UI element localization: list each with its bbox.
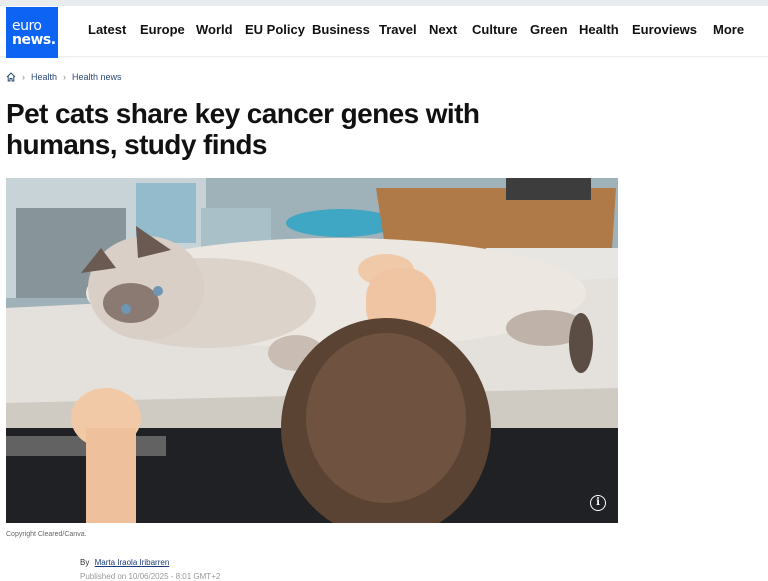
nav-item-latest[interactable]: Latest: [88, 22, 126, 37]
article-hero-image: i: [6, 178, 618, 523]
chevron-right-icon: ›: [22, 72, 25, 82]
byline: By Marta Iraola Iribarren: [80, 558, 169, 567]
image-caption: Copyright Cleared/Canva.: [6, 531, 87, 538]
nav-item-europe[interactable]: Europe: [140, 22, 185, 37]
article-title: Pet cats share key cancer genes with hum…: [6, 98, 480, 160]
breadcrumb-health-news[interactable]: Health news: [72, 72, 122, 82]
nav-item-next[interactable]: Next: [429, 22, 457, 37]
publish-date: Published on 10/06/2025 - 8:01 GMT+2: [80, 572, 221, 581]
breadcrumb-health[interactable]: Health: [31, 72, 57, 82]
author-link[interactable]: Marta Iraola Iribarren: [95, 558, 170, 567]
byline-prefix: By: [80, 558, 90, 567]
nav-item-world[interactable]: World: [196, 22, 233, 37]
logo-line-2: news.: [12, 31, 56, 48]
nav-item-green[interactable]: Green: [530, 22, 568, 37]
nav-item-euroviews[interactable]: Euroviews: [632, 22, 697, 37]
nav-item-business[interactable]: Business: [312, 22, 370, 37]
nav-item-eu-policy[interactable]: EU Policy: [245, 22, 305, 37]
logo-line-1: euro: [12, 17, 42, 34]
info-icon[interactable]: i: [590, 495, 606, 511]
site-header: euro news. Latest Europe World EU Policy…: [0, 6, 768, 58]
nav-item-travel[interactable]: Travel: [379, 22, 417, 37]
breadcrumb: › Health › Health news: [6, 72, 122, 82]
nav-item-health[interactable]: Health: [579, 22, 619, 37]
nav-item-culture[interactable]: Culture: [472, 22, 518, 37]
home-icon[interactable]: [6, 72, 16, 82]
euronews-logo[interactable]: euro news.: [6, 7, 58, 58]
nav-more-button[interactable]: More: [713, 22, 744, 37]
chevron-right-icon: ›: [63, 72, 67, 82]
